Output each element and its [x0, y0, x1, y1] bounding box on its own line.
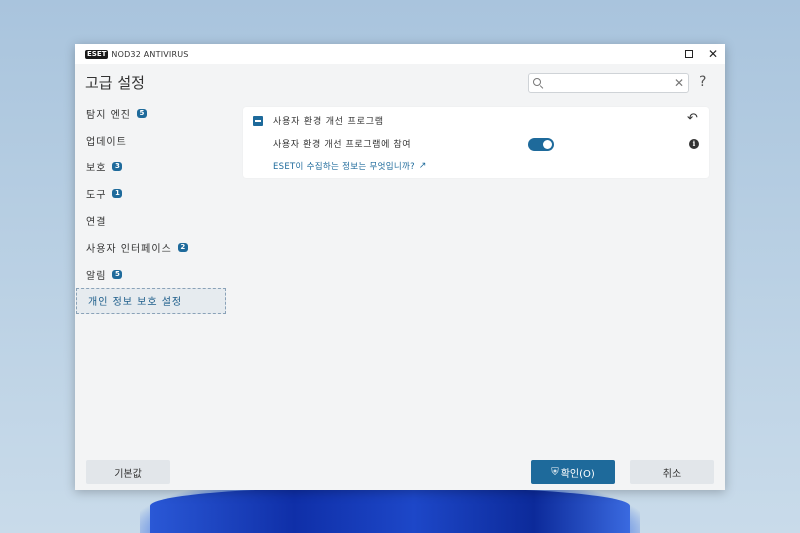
header: 고급 설정 ✕ ?: [75, 64, 725, 100]
count-badge: 2: [177, 242, 188, 252]
participate-toggle[interactable]: [528, 138, 554, 151]
eset-logo: ESET: [85, 49, 109, 59]
sidebar-item-label: 연결: [86, 217, 107, 229]
settings-panel: 사용자 환경 개선 프로그램 ↶ 사용자 환경 개선 프로그램에 참여 i ES…: [243, 107, 709, 178]
collapse-icon[interactable]: [253, 115, 263, 126]
sidebar-item-label: 개인 정보 보호 설정: [88, 297, 183, 309]
sidebar: 탐지 엔진 5 업데이트 보호 3 도구 1 연결 사용자 인터페이스 2 알림…: [75, 100, 227, 315]
page-title: 고급 설정: [85, 73, 145, 92]
maximize-button[interactable]: [677, 44, 701, 64]
sidebar-item-label: 탐지 엔진: [86, 109, 131, 121]
revert-icon[interactable]: ↶: [687, 111, 698, 126]
count-badge: 5: [112, 269, 123, 279]
sidebar-item-notifications[interactable]: 알림 5: [75, 261, 227, 288]
sidebar-item-label: 알림: [86, 270, 107, 282]
search-icon: [533, 78, 544, 89]
close-icon: ✕: [707, 47, 719, 61]
close-button[interactable]: ✕: [701, 44, 725, 64]
advanced-setup-window: ESET NOD32 ANTIVIRUS ✕ 고급 설정 ✕ ? 탐지 엔진 5…: [75, 44, 725, 490]
sidebar-item-label: 업데이트: [86, 136, 127, 148]
wallpaper-swirl-dark: [150, 488, 630, 533]
sidebar-item-label: 사용자 인터페이스: [86, 243, 172, 255]
shield-icon: ⛨: [551, 466, 559, 478]
info-link-text: ESET이 수집하는 정보는 무엇입니까?: [273, 162, 415, 172]
title-bar: ESET NOD32 ANTIVIRUS ✕: [75, 44, 725, 64]
sidebar-item-detection-engine[interactable]: 탐지 엔진 5: [75, 100, 227, 127]
maximize-icon: [685, 50, 693, 58]
sidebar-item-update[interactable]: 업데이트: [75, 127, 227, 154]
sidebar-item-label: 도구: [86, 190, 107, 202]
default-button[interactable]: 기본값: [86, 460, 170, 484]
window-controls: ✕: [677, 44, 725, 64]
ok-button[interactable]: ⛨ 확인(O): [531, 460, 615, 484]
setting-label: 사용자 환경 개선 프로그램에 참여: [273, 140, 412, 150]
help-icon[interactable]: ?: [699, 74, 706, 90]
sidebar-item-connectivity[interactable]: 연결: [75, 207, 227, 234]
section-title: 사용자 환경 개선 프로그램: [273, 117, 384, 127]
external-link-icon: ↗: [418, 161, 427, 171]
count-badge: 1: [112, 189, 123, 199]
sidebar-item-user-interface[interactable]: 사용자 인터페이스 2: [75, 234, 227, 261]
sidebar-item-label: 보호: [86, 163, 107, 175]
sidebar-item-privacy-settings[interactable]: 개인 정보 보호 설정: [76, 287, 226, 315]
sidebar-item-tools[interactable]: 도구 1: [75, 180, 227, 207]
info-link[interactable]: ESET이 수집하는 정보는 무엇입니까? ↗: [273, 160, 427, 172]
search-box[interactable]: ✕: [528, 73, 689, 93]
clear-search-icon[interactable]: ✕: [674, 76, 684, 90]
info-icon[interactable]: i: [689, 139, 699, 149]
search-input[interactable]: [541, 77, 674, 89]
product-name: NOD32 ANTIVIRUS: [111, 49, 189, 59]
ok-button-label: 확인(O): [560, 468, 595, 480]
section-header[interactable]: 사용자 환경 개선 프로그램: [253, 114, 384, 127]
sidebar-item-protection[interactable]: 보호 3: [75, 154, 227, 181]
cancel-button[interactable]: 취소: [630, 460, 714, 484]
count-badge: 3: [112, 162, 123, 172]
count-badge: 5: [136, 108, 147, 118]
